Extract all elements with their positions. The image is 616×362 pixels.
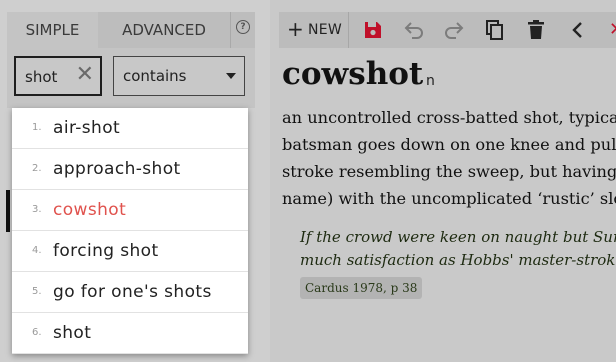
toolbar: + NEW [279,12,616,48]
close-icon: ✕ [609,19,616,40]
back-button[interactable] [567,12,589,48]
quotation: If the crowd were keen on naught but Sur… [300,226,616,272]
help-button[interactable]: ? [230,12,255,48]
save-icon [365,22,381,38]
copy-button[interactable] [483,12,507,48]
help-icon: ? [236,20,250,34]
result-item[interactable]: 6. shot [12,313,248,354]
definition-line: stroke resembling the sweep, but having … [282,162,616,181]
result-label: go for one's shots [53,282,212,302]
new-button-label: NEW [308,22,343,38]
undo-button[interactable] [401,12,427,48]
redo-button[interactable] [441,12,467,48]
search-panel: SIMPLE ADVANCED ? shot ✕ contains 1. air… [0,0,262,362]
result-number: 5. [32,286,42,297]
selection-marker [6,190,10,232]
match-mode-select[interactable]: contains [113,56,245,96]
result-number: 4. [32,245,42,256]
save-button[interactable] [361,12,385,48]
result-item-active[interactable]: 3. cowshot [12,190,248,231]
result-label: shot [53,323,92,343]
tab-advanced[interactable]: ADVANCED [98,12,230,48]
part-of-speech: n [426,73,435,89]
search-input[interactable]: shot ✕ [14,56,102,96]
headword: cowshot [282,56,424,92]
redo-icon [445,22,464,39]
definition-line: batsman goes down on one knee and pulls [282,135,616,154]
result-item[interactable]: 2. approach-shot [12,149,248,190]
results-dropdown: 1. air-shot 2. approach-shot 3. cowshot … [12,108,248,354]
search-row: shot ✕ contains [7,48,255,108]
mode-tabs: SIMPLE ADVANCED ? [7,12,255,48]
result-item[interactable]: 5. go for one's shots [12,272,248,313]
result-number: 3. [32,204,42,215]
result-label: air-shot [53,118,121,138]
plus-icon: + [287,17,304,41]
quotation-line: If the crowd were keen on naught but Sur… [300,228,616,246]
copy-icon [486,20,503,40]
definition-line: name) with the uncomplicated ‘rustic’ sl… [282,189,616,208]
search-input-value: shot [25,68,58,86]
quotation-line: much satisfaction as Hobbs' master-strok… [300,251,616,269]
result-number: 6. [32,327,42,338]
result-label: forcing shot [53,241,159,261]
close-entry-button[interactable]: ✕ [609,12,616,48]
result-number: 2. [32,163,42,174]
chevron-left-icon [572,22,582,38]
delete-button[interactable] [525,12,547,48]
new-button[interactable]: + NEW [279,12,349,48]
tab-simple[interactable]: SIMPLE [7,12,98,48]
delete-icon [528,20,544,39]
result-label: approach-shot [53,159,181,179]
result-label: cowshot [53,200,127,220]
match-mode-value: contains [123,67,187,85]
entry-panel: + NEW cowshot n an uncontrolled cross-ba… [270,0,616,362]
close-icon[interactable]: ✕ [76,64,94,86]
definition: an uncontrolled cross-batted shot, typic… [282,104,616,212]
citation-badge: Cardus 1978, p 38 [300,277,423,299]
undo-icon [404,22,423,39]
result-item[interactable]: 1. air-shot [12,108,248,149]
caret-down-icon [226,73,236,79]
result-number: 1. [32,122,42,133]
definition-line: an uncontrolled cross-batted shot, typic… [282,108,616,127]
result-item[interactable]: 4. forcing shot [12,231,248,272]
